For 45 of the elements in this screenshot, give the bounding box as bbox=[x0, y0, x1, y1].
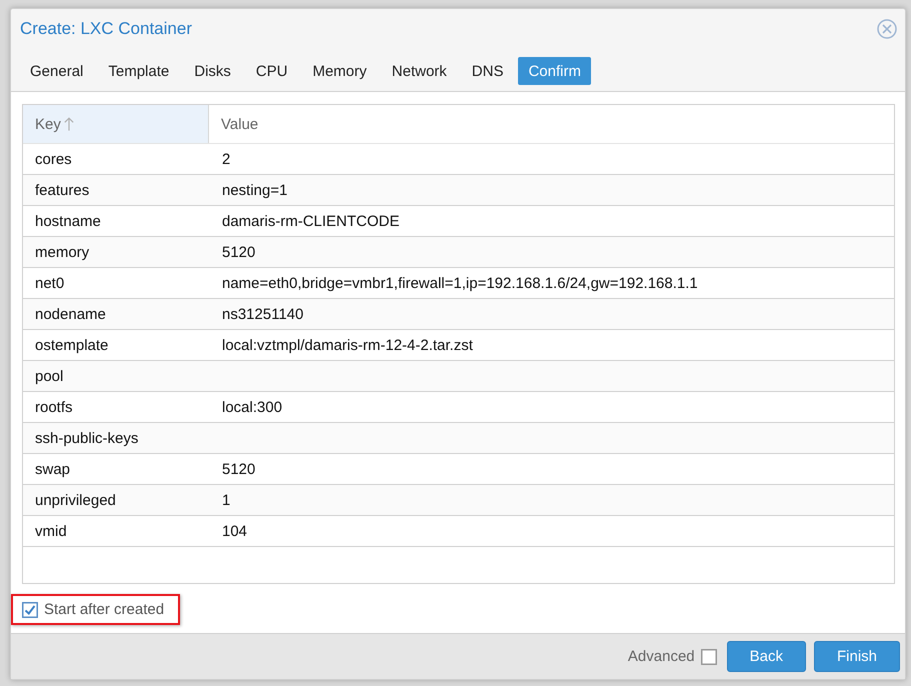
tab[interactable]: Template bbox=[98, 57, 180, 85]
table-cell: ssh-public-keys bbox=[35, 430, 138, 446]
table-cell: nesting=1 bbox=[222, 182, 288, 198]
table-cell: net0 bbox=[35, 274, 64, 292]
table-row[interactable]: features nesting=1 bbox=[23, 175, 894, 206]
table-cell: pool bbox=[35, 368, 64, 384]
table-cell: 5120 bbox=[222, 244, 256, 260]
table-cell: vmid bbox=[35, 522, 67, 540]
table-cell: nodename bbox=[35, 306, 106, 322]
table-cell: memory bbox=[35, 244, 90, 260]
checkbox[interactable] bbox=[700, 648, 717, 664]
sort-ascending-icon bbox=[64, 116, 74, 132]
table-cell: local:300 bbox=[222, 398, 282, 416]
table-cell: rootfs bbox=[35, 398, 73, 416]
column-header[interactable]: Key bbox=[23, 105, 209, 143]
table-cell: cores bbox=[35, 150, 72, 168]
table-cell: name=eth0,bridge=vmbr1,firewall=1,ip=192.168.1.6/24,gw=192.168.1.1 bbox=[222, 274, 698, 292]
table-cell: features bbox=[35, 182, 90, 198]
table-cell: local:vztmpl/damaris-rm-12-4-2.tar.zst bbox=[222, 336, 473, 354]
table-row[interactable]: memory 5120 bbox=[23, 237, 894, 268]
tab[interactable]: Memory bbox=[302, 57, 377, 85]
table-row[interactable]: nodename ns31251140 bbox=[23, 299, 894, 330]
table-row[interactable]: ssh-public-keys bbox=[23, 423, 894, 454]
table-cell: swap bbox=[35, 460, 70, 478]
tab[interactable]: General bbox=[20, 57, 94, 85]
table-cell: 1 bbox=[222, 492, 230, 508]
table-cell: 2 bbox=[222, 150, 230, 168]
tab[interactable]: CPU bbox=[246, 57, 298, 85]
table-cell: hostname bbox=[35, 212, 101, 230]
table-cell: 5120 bbox=[222, 460, 256, 478]
tab[interactable]: DNS bbox=[462, 57, 514, 85]
table-row[interactable]: pool bbox=[23, 361, 894, 392]
tab[interactable]: Network bbox=[382, 57, 457, 85]
table-cell: 104 bbox=[222, 522, 248, 540]
table-cell: ostemplate bbox=[35, 336, 108, 354]
advanced-label: Advanced bbox=[628, 648, 695, 665]
close-icon[interactable] bbox=[877, 19, 897, 39]
window-title: Create: LXC Container bbox=[20, 19, 192, 39]
highlighted-checkbox-label[interactable]: Start after created bbox=[11, 594, 180, 625]
table-row[interactable]: unprivileged 1 bbox=[23, 485, 894, 516]
table-cell: damaris-rm-CLIENTCODE bbox=[222, 212, 400, 230]
table-cell: ns31251140 bbox=[222, 306, 304, 322]
checkbox-checked[interactable] bbox=[22, 602, 38, 618]
table-cell: unprivileged bbox=[35, 492, 116, 508]
tab[interactable]: Disks bbox=[184, 57, 241, 85]
